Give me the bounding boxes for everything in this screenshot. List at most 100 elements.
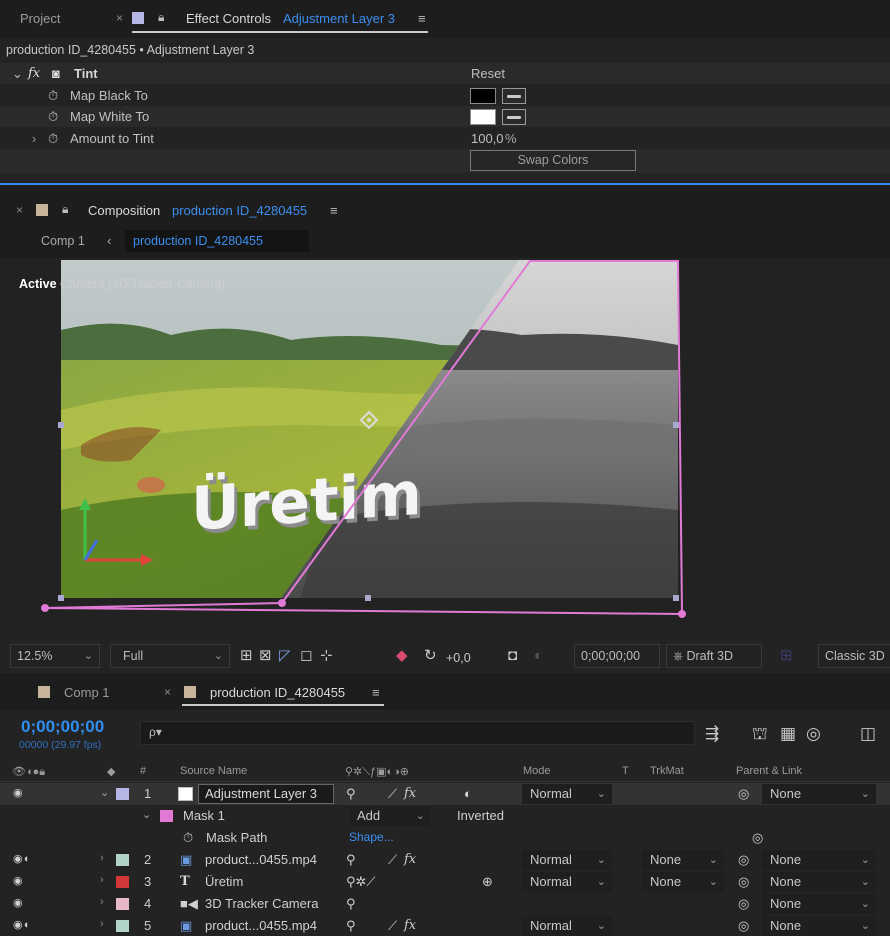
trkmat-dropdown[interactable]: None ⌄	[642, 872, 724, 892]
tab-composition-name[interactable]: production ID_4280455	[172, 203, 307, 218]
tab-comp1[interactable]: Comp 1	[64, 685, 110, 700]
eyedropper-icon[interactable]	[502, 109, 526, 125]
motion-blur-icon[interactable]: ◎	[806, 724, 821, 744]
eye-icon[interactable]: ◉	[13, 874, 23, 887]
reset-exposure-icon[interactable]: ↻	[424, 647, 437, 665]
layer-row[interactable]: ◉ ⌄ 1 Adjustment Layer 3 ⚲ ⟋ fx ◐ Normal…	[0, 783, 890, 805]
panel-menu-icon[interactable]: ≡	[418, 11, 426, 26]
mask-name[interactable]: Mask 1	[183, 808, 225, 823]
layer-row[interactable]: ◉◖ › 5 ▣ product...0455.mp4 ⚲ ⟋ fx Norma…	[0, 915, 890, 936]
shy-switch-icon[interactable]: ⚲	[346, 896, 356, 912]
renderer-dropdown[interactable]: Classic 3D	[818, 644, 890, 668]
adjustment-layer-switch-icon[interactable]: ◐	[464, 786, 472, 801]
lock-icon[interactable]: 🔒︎	[62, 202, 68, 217]
chevron-right-icon[interactable]: ›	[32, 131, 36, 146]
pickwhip-icon[interactable]: ◎	[738, 896, 749, 912]
layer-name[interactable]: Adjustment Layer 3	[205, 786, 317, 801]
stopwatch-icon[interactable]: ⏱︎	[48, 109, 58, 125]
fx-icon[interactable]: fx	[28, 66, 40, 81]
mask-vertex[interactable]	[678, 610, 686, 618]
shy-layers-icon[interactable]: ⛫	[752, 724, 768, 746]
current-time-field[interactable]: 0;00;00;00	[574, 644, 660, 668]
layer-handle[interactable]	[673, 595, 679, 601]
pickwhip-icon[interactable]: ◎	[738, 874, 749, 890]
color-swatch-white[interactable]	[470, 109, 496, 125]
color-channel-icon[interactable]: ◆	[396, 647, 408, 665]
close-icon[interactable]: ×	[116, 11, 123, 25]
panel-menu-icon[interactable]: ≡	[330, 203, 338, 218]
color-swatch-black[interactable]	[470, 88, 496, 104]
3d-layer-switch-icon[interactable]: ⊕	[482, 874, 493, 890]
amount-value[interactable]: 100,0	[471, 131, 504, 146]
draft-3d-toggle[interactable]: ⎈ Draft 3D	[666, 644, 762, 668]
layer-label-swatch[interactable]	[116, 920, 129, 932]
quality-switch-icon[interactable]: ⟋	[388, 918, 397, 934]
eye-icon[interactable]: ◉◖	[13, 918, 29, 931]
guides-icon[interactable]: ⊹	[320, 647, 333, 665]
layer-label-swatch[interactable]	[116, 788, 129, 800]
layer-name[interactable]: product...0455.mp4	[205, 852, 317, 867]
chevron-right-icon[interactable]: ›	[100, 852, 104, 864]
tab-project[interactable]: Project	[20, 11, 60, 26]
shy-switch-icon[interactable]: ⚲	[346, 852, 356, 868]
chevron-down-icon[interactable]: ⌄	[12, 66, 23, 82]
quality-switch-icon[interactable]: ⟋	[388, 786, 397, 802]
shy-switch-icon[interactable]: ⚲✲⟋	[346, 874, 376, 890]
mask-vertex[interactable]	[41, 604, 49, 612]
eye-icon[interactable]: ◉	[13, 896, 23, 909]
fx-switch-icon[interactable]: fx	[404, 852, 416, 867]
effect-tint-row[interactable]: ⌄ fx ◙ Tint Reset	[0, 63, 890, 84]
close-icon[interactable]: ×	[16, 203, 23, 217]
layer-handle[interactable]	[58, 595, 64, 601]
breadcrumb-comp1[interactable]: Comp 1	[41, 234, 85, 248]
layer-label-swatch[interactable]	[116, 898, 129, 910]
3d-ground-icon[interactable]: ⊞	[780, 647, 793, 665]
parent-dropdown[interactable]: None ⌄	[762, 784, 876, 804]
mask-path-value[interactable]: Shape...	[349, 830, 394, 844]
graph-editor-icon[interactable]: ◫	[860, 724, 876, 744]
shy-switch-icon[interactable]: ⚲	[346, 918, 356, 934]
eye-icon[interactable]: ◉◖	[13, 852, 29, 865]
close-icon[interactable]: ×	[164, 685, 171, 699]
pickwhip-icon[interactable]: ◎	[738, 918, 749, 934]
layer-name[interactable]: product...0455.mp4	[205, 918, 317, 933]
layer-row[interactable]: ◉ › 4 ■◀ 3D Tracker Camera ⚲ ◎ None ⌄	[0, 893, 890, 915]
layer-handle[interactable]	[673, 422, 679, 428]
chevron-right-icon[interactable]: ›	[100, 918, 104, 930]
camera-icon[interactable]: ◘	[508, 647, 517, 665]
mask-vertex[interactable]	[278, 599, 286, 607]
mode-dropdown[interactable]: Normal ⌄	[522, 784, 612, 804]
layer-name[interactable]: 3D Tracker Camera	[205, 896, 318, 911]
resolution-dropdown[interactable]: Full ⌄	[110, 644, 230, 668]
layer-handle[interactable]	[365, 595, 371, 601]
mask-inverted-label[interactable]: Inverted	[457, 808, 504, 823]
quality-switch-icon[interactable]: ⟋	[388, 852, 397, 868]
eye-icon[interactable]: ◉	[13, 786, 23, 799]
mode-dropdown[interactable]: Normal ⌄	[522, 916, 612, 936]
timeline-timecode[interactable]: 0;00;00;00	[21, 717, 104, 737]
fx-switch-icon[interactable]: fx	[404, 786, 416, 801]
col-mode[interactable]: Mode	[523, 765, 551, 777]
mode-dropdown[interactable]: Normal ⌄	[522, 850, 612, 870]
col-trkmat[interactable]: TrkMat	[650, 765, 684, 777]
swap-colors-button[interactable]: Swap Colors	[470, 150, 636, 171]
parent-dropdown[interactable]: None ⌄	[762, 850, 876, 870]
stopwatch-icon[interactable]: ⏱︎	[48, 88, 58, 104]
tab-production[interactable]: production ID_4280455	[210, 685, 345, 700]
mask-row[interactable]: ⌄ Mask 1 Add ⌄ Inverted	[0, 805, 890, 827]
show-snapshot-icon[interactable]: ◐	[534, 647, 543, 665]
breadcrumb-production[interactable]: production ID_4280455	[133, 234, 263, 248]
stopwatch-icon[interactable]: ⏱︎	[183, 830, 193, 846]
transparency-grid-icon[interactable]: ⊠	[259, 647, 272, 665]
stopwatch-icon[interactable]: ⏱︎	[48, 131, 58, 147]
fast-previews-icon[interactable]: ⊞	[240, 647, 253, 665]
eyedropper-icon[interactable]	[502, 88, 526, 104]
mask-color-swatch[interactable]	[160, 810, 173, 822]
pickwhip-icon[interactable]: ◎	[752, 830, 763, 846]
panel-menu-icon[interactable]: ≡	[372, 685, 380, 700]
shy-switch-icon[interactable]: ⚲	[346, 786, 356, 802]
layer-name[interactable]: Üretim	[205, 874, 243, 889]
mask-path[interactable]	[44, 260, 684, 616]
parent-dropdown[interactable]: None ⌄	[762, 872, 876, 892]
layer-handle[interactable]	[58, 422, 64, 428]
